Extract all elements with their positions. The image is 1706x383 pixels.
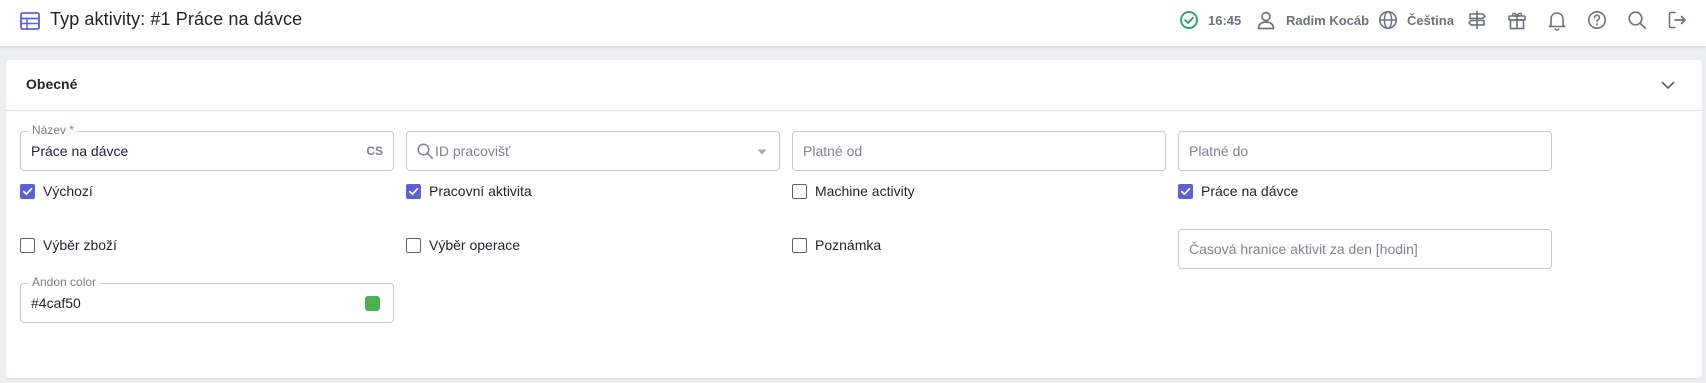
color-swatch[interactable]	[365, 296, 380, 311]
andon-color-field[interactable]: Andon color #4caf50	[20, 275, 394, 323]
search-icon	[1628, 11, 1647, 30]
checkbox-goods-selection[interactable]: Výběr zboží	[20, 235, 117, 255]
language-label: Čeština	[1407, 12, 1454, 28]
name-field-label: Název *	[29, 123, 78, 137]
time-limit-input[interactable]: Časová hranice aktivit za den [hodin]	[1178, 229, 1552, 269]
name-field[interactable]: Název * Práce na dávce CS	[20, 123, 394, 171]
bell-icon	[1548, 12, 1566, 31]
checkbox-operation-selection[interactable]: Výběr operace	[406, 235, 520, 255]
valid-to-placeholder: Platné do	[1189, 143, 1249, 159]
time-limit-placeholder: Časová hranice aktivit za den [hodin]	[1189, 241, 1418, 257]
andon-color-label: Andon color	[29, 275, 100, 289]
checkbox-batch-work[interactable]: Práce na dávce	[1178, 181, 1298, 201]
user-icon	[1257, 11, 1275, 30]
user-menu[interactable]: Radim Kocáb	[1255, 9, 1369, 31]
checkbox-note[interactable]: Poznámka	[792, 235, 881, 255]
checkbox-operation-selection-label: Výběr operace	[429, 237, 521, 253]
checkbox-note-label: Poznámka	[815, 237, 882, 253]
clock-time: 16:45	[1208, 13, 1242, 28]
section-title: Obecné	[26, 76, 78, 92]
globe-icon	[1379, 11, 1397, 29]
logout-button[interactable]	[1666, 9, 1688, 31]
table-icon	[20, 12, 40, 30]
checkbox-unchecked-icon[interactable]	[406, 237, 421, 253]
gift-icon	[1508, 12, 1526, 30]
checkbox-default-label: Výchozí	[43, 183, 93, 199]
language-suffix[interactable]: CS	[366, 144, 383, 158]
checkbox-checked-icon[interactable]	[20, 183, 35, 199]
checkbox-work-activity[interactable]: Pracovní aktivita	[406, 181, 532, 201]
chevron-down-icon[interactable]	[1658, 75, 1678, 95]
valid-to-input[interactable]: Platné do	[1178, 131, 1552, 171]
top-bar: Typ aktivity: #1 Práce na dávce 16:45 Ra…	[0, 0, 1706, 46]
checkbox-machine-activity[interactable]: Machine activity	[792, 181, 915, 201]
search-icon	[417, 143, 433, 159]
workplace-id-select[interactable]: ID pracovišť	[406, 131, 780, 171]
valid-from-input[interactable]: Platné od	[792, 131, 1166, 171]
signpost-icon	[1468, 11, 1486, 29]
search-button[interactable]	[1626, 9, 1648, 31]
dropdown-arrow-icon	[757, 149, 767, 155]
checkbox-machine-activity-label: Machine activity	[815, 183, 915, 199]
checkbox-default[interactable]: Výchozí	[20, 181, 93, 201]
checkbox-batch-work-label: Práce na dávce	[1201, 183, 1299, 199]
checkbox-work-activity-label: Pracovní aktivita	[429, 183, 532, 199]
checkbox-unchecked-icon[interactable]	[792, 183, 807, 199]
workplace-id-placeholder: ID pracovišť	[435, 143, 511, 159]
language-menu[interactable]: Čeština	[1377, 9, 1454, 31]
help-icon	[1588, 11, 1606, 29]
news-button[interactable]	[1506, 9, 1528, 31]
logout-icon	[1668, 11, 1686, 29]
notifications-button[interactable]	[1546, 9, 1568, 31]
checkbox-unchecked-icon[interactable]	[792, 237, 807, 253]
checkbox-checked-icon[interactable]	[1178, 183, 1193, 199]
page-title: Typ aktivity: #1 Práce na dávce	[50, 9, 303, 29]
checkbox-goods-selection-label: Výběr zboží	[43, 237, 117, 253]
name-field-value: Práce na dávce	[31, 143, 129, 159]
checkbox-checked-icon[interactable]	[406, 183, 421, 199]
andon-color-value: #4caf50	[31, 295, 81, 311]
sync-status[interactable]	[1178, 9, 1200, 31]
checkbox-unchecked-icon[interactable]	[20, 237, 35, 253]
check-circle-icon	[1180, 11, 1198, 29]
section-header[interactable]: Obecné	[6, 60, 1702, 111]
valid-from-placeholder: Platné od	[803, 143, 863, 159]
navigation-button[interactable]	[1466, 9, 1488, 31]
help-button[interactable]	[1586, 9, 1608, 31]
general-section-card: Obecné Název * Práce na dávce CS ID prac…	[6, 60, 1702, 378]
user-name: Radim Kocáb	[1286, 12, 1370, 28]
